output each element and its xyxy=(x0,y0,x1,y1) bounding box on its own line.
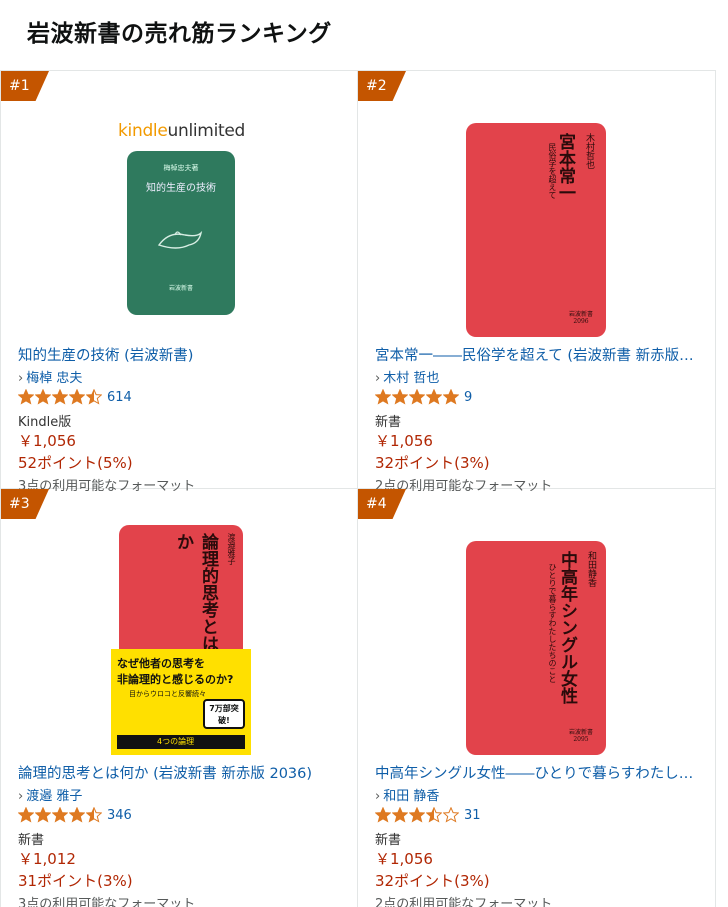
rating[interactable]: 346 xyxy=(18,805,132,825)
star-full-icon xyxy=(52,389,68,405)
star-full-icon xyxy=(35,389,51,405)
rating-count[interactable]: 9 xyxy=(464,390,472,405)
star-half-icon xyxy=(86,389,102,405)
product-card-4: #4 中高年シングル女性 和田静香 ひとりで暮らすわたしたちのこと 岩波新書 2… xyxy=(358,489,716,907)
cover-footer: 岩波新書 xyxy=(168,285,193,292)
star-full-icon xyxy=(52,807,68,823)
band-text-4: 4つの論理 xyxy=(117,735,245,749)
format-label: Kindle版 xyxy=(18,415,72,430)
page-title: 岩波新書の売れ筋ランキング xyxy=(27,21,332,47)
author-link[interactable]: › 渡邉 雅子 xyxy=(18,785,82,804)
format-label: 新書 xyxy=(375,833,402,848)
star-full-icon xyxy=(409,807,425,823)
band-text-1: なぜ他者の思考を xyxy=(117,657,205,670)
stars xyxy=(18,807,103,823)
price: ￥1,056 xyxy=(18,432,76,450)
stars xyxy=(375,807,460,823)
rating[interactable]: 9 xyxy=(375,387,472,407)
stars xyxy=(18,389,103,405)
chevron-right-icon: › xyxy=(18,371,24,386)
rating-count[interactable]: 31 xyxy=(464,808,481,823)
ranking-grid: #1 kindleunlimited 梅棹忠夫著 知的生産の技術 岩波新書 知的… xyxy=(0,70,716,907)
chevron-right-icon: › xyxy=(18,789,24,804)
price: ￥1,056 xyxy=(375,850,433,868)
chevron-right-icon: › xyxy=(375,789,381,804)
cover-area[interactable]: 中高年シングル女性 和田静香 ひとりで暮らすわたしたちのこと 岩波新書 2095 xyxy=(358,489,715,759)
rating-count[interactable]: 346 xyxy=(107,808,132,823)
format-label: 新書 xyxy=(375,415,402,430)
star-full-icon xyxy=(69,807,85,823)
star-full-icon xyxy=(18,389,34,405)
author-link[interactable]: › 梅棹 忠夫 xyxy=(18,367,82,386)
star-full-icon xyxy=(69,389,85,405)
star-full-icon xyxy=(443,389,459,405)
cover-title: 中高年シングル女性 xyxy=(557,551,577,704)
star-full-icon xyxy=(392,389,408,405)
author-link[interactable]: › 木村 哲也 xyxy=(375,367,439,386)
author-name[interactable]: 和田 静香 xyxy=(383,789,439,804)
rating[interactable]: 31 xyxy=(375,805,481,825)
points: 32ポイント(3%) xyxy=(375,872,490,890)
product-card-1: #1 kindleunlimited 梅棹忠夫著 知的生産の技術 岩波新書 知的… xyxy=(0,71,358,494)
star-full-icon xyxy=(426,389,442,405)
points: 32ポイント(3%) xyxy=(375,454,490,472)
book-cover[interactable]: 宮本常一 木村哲也 民俗学を超えて 岩波新書 2096 xyxy=(466,123,606,337)
product-title[interactable]: 宮本常一――民俗学を超えて (岩波新書 新赤版… xyxy=(375,344,701,365)
cover-footer: 岩波新書 2095 xyxy=(568,729,593,743)
star-full-icon xyxy=(18,807,34,823)
author-link[interactable]: › 和田 静香 xyxy=(375,785,439,804)
product-title[interactable]: 中高年シングル女性――ひとりで暮らすわたし… xyxy=(375,762,701,783)
format-label: 新書 xyxy=(18,833,45,848)
band-text-3: 目からウロコと反響続々 xyxy=(129,690,206,698)
star-full-icon xyxy=(375,389,391,405)
cover-author: 和田静香 xyxy=(586,551,596,587)
cover-subtitle: 民俗学を超えて xyxy=(548,143,557,199)
cover-title: 知的生産の技術 xyxy=(146,183,216,194)
lamp-icon xyxy=(157,230,203,249)
rating-count[interactable]: 614 xyxy=(107,390,132,405)
available-formats[interactable]: 2点の利用可能なフォーマット xyxy=(375,893,552,907)
star-full-icon xyxy=(409,389,425,405)
book-cover[interactable]: 中高年シングル女性 和田静香 ひとりで暮らすわたしたちのこと 岩波新書 2095 xyxy=(466,541,606,755)
product-card-3: #3 論理的思考とは何か 渡邉雅子 なぜ他者の思考を 非論理的と感じるのか? 目… xyxy=(0,489,358,907)
sales-badge: 7万部突破! xyxy=(203,699,245,729)
cover-area[interactable]: 宮本常一 木村哲也 民俗学を超えて 岩波新書 2096 xyxy=(358,71,715,341)
points: 52ポイント(5%) xyxy=(18,454,133,472)
price: ￥1,012 xyxy=(18,850,76,868)
points: 31ポイント(3%) xyxy=(18,872,133,890)
star-empty-icon xyxy=(443,807,459,823)
product-card-2: #2 宮本常一 木村哲也 民俗学を超えて 岩波新書 2096 宮本常一――民俗学… xyxy=(358,71,716,494)
cover-area[interactable]: kindleunlimited 梅棹忠夫著 知的生産の技術 岩波新書 xyxy=(1,71,357,341)
author-name[interactable]: 渡邉 雅子 xyxy=(26,789,82,804)
product-title[interactable]: 論理的思考とは何か (岩波新書 新赤版 2036) xyxy=(18,762,343,783)
cover-author: 渡邉雅子 xyxy=(227,533,236,565)
star-full-icon xyxy=(375,807,391,823)
book-cover[interactable]: 梅棹忠夫著 知的生産の技術 岩波新書 xyxy=(127,151,235,315)
product-title[interactable]: 知的生産の技術 (岩波新書) xyxy=(18,344,343,365)
cover-footer: 岩波新書 2096 xyxy=(568,311,593,325)
cover-author: 木村哲也 xyxy=(584,133,594,169)
star-full-icon xyxy=(35,807,51,823)
price: ￥1,056 xyxy=(375,432,433,450)
chevron-right-icon: › xyxy=(375,371,381,386)
author-name[interactable]: 梅棹 忠夫 xyxy=(26,371,82,386)
author-name[interactable]: 木村 哲也 xyxy=(383,371,439,386)
cover-subtitle: ひとりで暮らすわたしたちのこと xyxy=(548,563,557,683)
star-half-icon xyxy=(86,807,102,823)
band-text-2: 非論理的と感じるのか? xyxy=(117,673,234,686)
star-full-icon xyxy=(392,807,408,823)
cover-area[interactable]: 論理的思考とは何か 渡邉雅子 なぜ他者の思考を 非論理的と感じるのか? 目からウ… xyxy=(1,489,357,759)
available-formats[interactable]: 3点の利用可能なフォーマット xyxy=(18,893,195,907)
cover-author: 梅棹忠夫著 xyxy=(163,164,199,172)
kindle-unlimited-logo: kindleunlimited xyxy=(118,121,246,141)
stars xyxy=(375,389,460,405)
star-half-icon xyxy=(426,807,442,823)
rating[interactable]: 614 xyxy=(18,387,132,407)
promo-band: なぜ他者の思考を 非論理的と感じるのか? 目からウロコと反響続々 7万部突破! … xyxy=(111,649,251,755)
